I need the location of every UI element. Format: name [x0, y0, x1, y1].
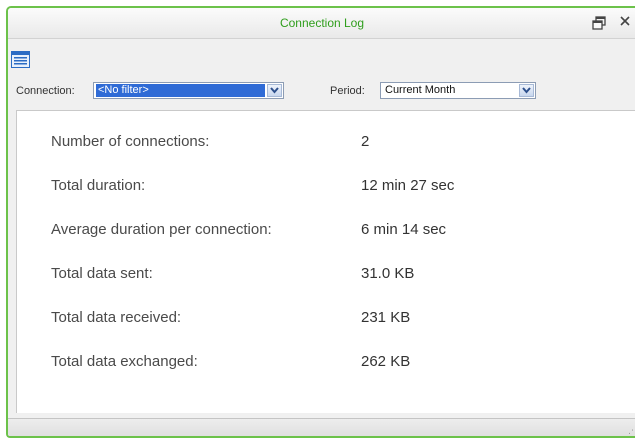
list-view-icon: [11, 51, 30, 68]
stat-value: 2: [361, 133, 370, 150]
stat-row: Total data sent: 31.0 KB: [17, 263, 635, 287]
resize-grip-icon[interactable]: ⋰: [628, 425, 635, 436]
stats-panel: Number of connections: 2 Total duration:…: [16, 110, 635, 413]
restore-button[interactable]: [592, 16, 606, 30]
connection-label: Connection:: [16, 85, 75, 97]
title-bar[interactable]: Connection Log: [8, 8, 635, 39]
status-bar: ⋰: [8, 418, 635, 436]
stat-row: Average duration per connection: 6 min 1…: [17, 219, 635, 243]
close-icon: [620, 16, 630, 26]
close-button[interactable]: [618, 14, 634, 30]
stat-label: Total duration:: [51, 177, 146, 194]
stat-label: Number of connections:: [51, 133, 210, 150]
stat-value: 31.0 KB: [361, 265, 415, 282]
period-value: Current Month: [385, 84, 456, 96]
stat-row: Total duration: 12 min 27 sec: [17, 175, 635, 199]
connection-filter-select[interactable]: <No filter>: [93, 82, 284, 99]
stat-label: Average duration per connection:: [51, 221, 272, 238]
stat-value: 12 min 27 sec: [361, 177, 455, 194]
stat-value: 6 min 14 sec: [361, 221, 447, 238]
stat-value: 262 KB: [361, 353, 411, 370]
chevron-down-icon[interactable]: [519, 84, 534, 97]
stat-row: Total data received: 231 KB: [17, 307, 635, 331]
list-view-button[interactable]: [11, 51, 30, 68]
stat-value: 231 KB: [361, 309, 411, 326]
chevron-down-icon[interactable]: [267, 84, 282, 97]
stat-label: Total data exchanged:: [51, 353, 198, 370]
filter-bar: Connection: <No filter> Period: Current …: [8, 80, 635, 102]
period-select[interactable]: Current Month: [380, 82, 536, 99]
stat-row: Number of connections: 2: [17, 131, 635, 155]
stat-label: Total data sent:: [51, 265, 153, 282]
stat-row: Total data exchanged: 262 KB: [17, 351, 635, 375]
window-title: Connection Log: [279, 16, 365, 30]
period-label: Period:: [330, 85, 365, 97]
connection-filter-value: <No filter>: [96, 84, 265, 97]
stat-label: Total data received:: [51, 309, 182, 326]
connection-log-window: Connection Log Connection: <No filter> P…: [6, 6, 635, 438]
restore-icon: [592, 16, 606, 30]
